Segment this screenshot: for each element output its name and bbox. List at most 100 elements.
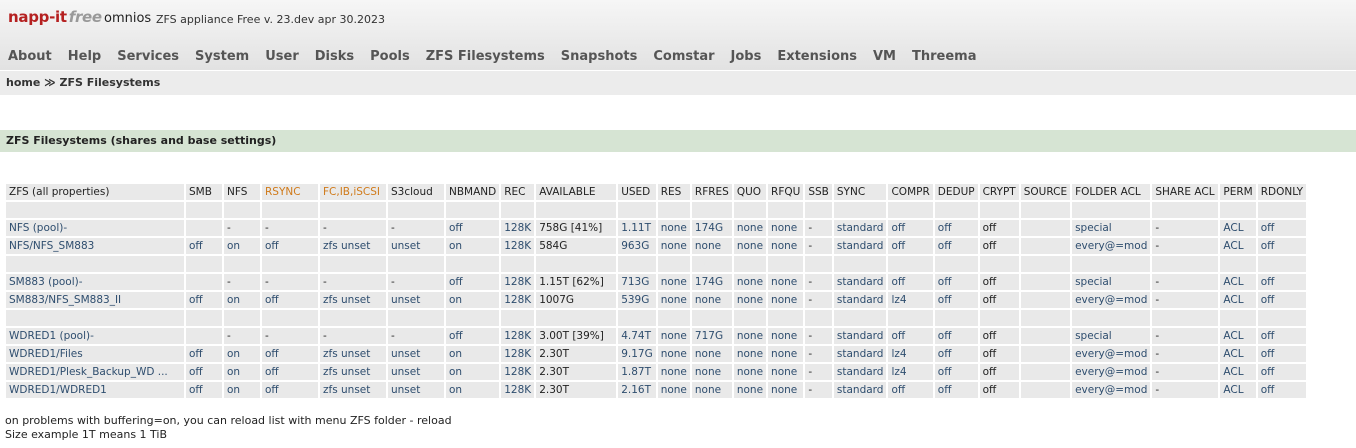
- cell-rfqu[interactable]: none: [768, 220, 804, 236]
- cell-fc-ib-iscsi[interactable]: zfs unset: [320, 346, 386, 362]
- cell-rdonly[interactable]: off: [1257, 220, 1307, 236]
- cell-nbmand[interactable]: off: [446, 274, 500, 290]
- cell-res[interactable]: none: [657, 346, 690, 362]
- cell-res[interactable]: none: [657, 364, 690, 380]
- cell-nbmand[interactable]: off: [446, 220, 500, 236]
- cell-folder-acl[interactable]: every@=mod: [1072, 364, 1151, 380]
- cell-perm[interactable]: ACL: [1220, 364, 1256, 380]
- cell-smb[interactable]: off: [186, 382, 222, 398]
- cell-rfqu[interactable]: none: [768, 382, 804, 398]
- cell-fc-ib-iscsi[interactable]: zfs unset: [320, 238, 386, 254]
- cell-res[interactable]: none: [657, 328, 690, 344]
- cell-smb[interactable]: off: [186, 238, 222, 254]
- napp-it-logo[interactable]: napp-it free: [8, 8, 102, 26]
- cell-rdonly[interactable]: off: [1257, 382, 1307, 398]
- column-header-used[interactable]: USED: [618, 184, 656, 200]
- cell-quo[interactable]: none: [733, 292, 767, 308]
- column-header-perm[interactable]: PERM: [1220, 184, 1256, 200]
- cell-compr[interactable]: off: [888, 238, 933, 254]
- column-header-folder-acl[interactable]: FOLDER ACL: [1072, 184, 1151, 200]
- cell-compr[interactable]: lz4: [888, 292, 933, 308]
- cell-rfres[interactable]: 174G: [691, 220, 732, 236]
- cell-rfres[interactable]: 174G: [691, 274, 732, 290]
- cell-res[interactable]: none: [657, 382, 690, 398]
- cell-res[interactable]: none: [657, 274, 690, 290]
- cell-rfres[interactable]: none: [691, 238, 732, 254]
- cell-compr[interactable]: off: [888, 328, 933, 344]
- cell-zfs-all-properties[interactable]: WDRED1/Plesk_Backup_WD ...: [6, 364, 184, 380]
- cell-zfs-all-properties[interactable]: SM883/NFS_SM883_II: [6, 292, 184, 308]
- cell-perm[interactable]: ACL: [1220, 238, 1256, 254]
- column-header-quo[interactable]: QUO: [733, 184, 767, 200]
- menu-item-snapshots[interactable]: Snapshots: [553, 46, 646, 70]
- column-header-res[interactable]: RES: [657, 184, 690, 200]
- cell-used[interactable]: 963G: [618, 238, 656, 254]
- cell-quo[interactable]: none: [733, 238, 767, 254]
- column-header-fc-ib-iscsi[interactable]: FC,IB,iSCSI: [320, 184, 386, 200]
- cell-rfqu[interactable]: none: [768, 292, 804, 308]
- cell-perm[interactable]: ACL: [1220, 274, 1256, 290]
- cell-rsync[interactable]: off: [262, 364, 318, 380]
- cell-rdonly[interactable]: off: [1257, 274, 1307, 290]
- cell-s3cloud[interactable]: unset: [388, 238, 444, 254]
- cell-perm[interactable]: ACL: [1220, 346, 1256, 362]
- cell-rfres[interactable]: 717G: [691, 328, 732, 344]
- cell-zfs-all-properties[interactable]: NFS (pool)-: [6, 220, 184, 236]
- cell-res[interactable]: none: [657, 220, 690, 236]
- cell-rec[interactable]: 128K: [501, 346, 535, 362]
- cell-rec[interactable]: 128K: [501, 382, 535, 398]
- menu-item-jobs[interactable]: Jobs: [723, 46, 770, 70]
- column-header-share-acl[interactable]: SHARE ACL: [1152, 184, 1219, 200]
- cell-nbmand[interactable]: off: [446, 328, 500, 344]
- column-header-rfqu[interactable]: RFQU: [768, 184, 804, 200]
- cell-nfs[interactable]: on: [224, 346, 260, 362]
- menu-item-services[interactable]: Services: [109, 46, 187, 70]
- cell-s3cloud[interactable]: unset: [388, 346, 444, 362]
- column-header-available[interactable]: AVAILABLE: [536, 184, 617, 200]
- menu-item-disks[interactable]: Disks: [307, 46, 362, 70]
- cell-dedup[interactable]: off: [934, 346, 978, 362]
- cell-zfs-all-properties[interactable]: WDRED1/WDRED1: [6, 382, 184, 398]
- menu-item-vm[interactable]: VM: [865, 46, 904, 70]
- cell-rfqu[interactable]: none: [768, 364, 804, 380]
- cell-dedup[interactable]: off: [934, 382, 978, 398]
- cell-used[interactable]: 539G: [618, 292, 656, 308]
- cell-nfs[interactable]: on: [224, 382, 260, 398]
- column-header-compr[interactable]: COMPR: [888, 184, 933, 200]
- cell-used[interactable]: 9.17G: [618, 346, 656, 362]
- cell-s3cloud[interactable]: unset: [388, 382, 444, 398]
- cell-rdonly[interactable]: off: [1257, 328, 1307, 344]
- column-header-smb[interactable]: SMB: [186, 184, 222, 200]
- menu-item-help[interactable]: Help: [60, 46, 109, 70]
- cell-folder-acl[interactable]: every@=mod: [1072, 346, 1151, 362]
- column-header-source[interactable]: SOURCE: [1020, 184, 1071, 200]
- cell-folder-acl[interactable]: every@=mod: [1072, 382, 1151, 398]
- cell-nfs[interactable]: on: [224, 238, 260, 254]
- cell-used[interactable]: 713G: [618, 274, 656, 290]
- cell-rfres[interactable]: none: [691, 346, 732, 362]
- cell-rec[interactable]: 128K: [501, 328, 535, 344]
- cell-rsync[interactable]: off: [262, 346, 318, 362]
- cell-rfqu[interactable]: none: [768, 346, 804, 362]
- cell-nbmand[interactable]: on: [446, 346, 500, 362]
- cell-rfqu[interactable]: none: [768, 238, 804, 254]
- cell-perm[interactable]: ACL: [1220, 328, 1256, 344]
- cell-smb[interactable]: off: [186, 364, 222, 380]
- cell-compr[interactable]: lz4: [888, 364, 933, 380]
- cell-quo[interactable]: none: [733, 382, 767, 398]
- menu-item-threema[interactable]: Threema: [904, 46, 985, 70]
- cell-compr[interactable]: off: [888, 274, 933, 290]
- cell-smb[interactable]: off: [186, 292, 222, 308]
- cell-folder-acl[interactable]: special: [1072, 328, 1151, 344]
- cell-used[interactable]: 1.87T: [618, 364, 656, 380]
- cell-folder-acl[interactable]: special: [1072, 274, 1151, 290]
- menu-item-pools[interactable]: Pools: [362, 46, 418, 70]
- column-header-ssb[interactable]: SSB: [805, 184, 832, 200]
- cell-sync[interactable]: standard: [833, 346, 887, 362]
- cell-dedup[interactable]: off: [934, 238, 978, 254]
- cell-perm[interactable]: ACL: [1220, 382, 1256, 398]
- cell-nfs[interactable]: on: [224, 364, 260, 380]
- cell-nfs[interactable]: on: [224, 292, 260, 308]
- cell-zfs-all-properties[interactable]: NFS/NFS_SM883: [6, 238, 184, 254]
- cell-compr[interactable]: off: [888, 382, 933, 398]
